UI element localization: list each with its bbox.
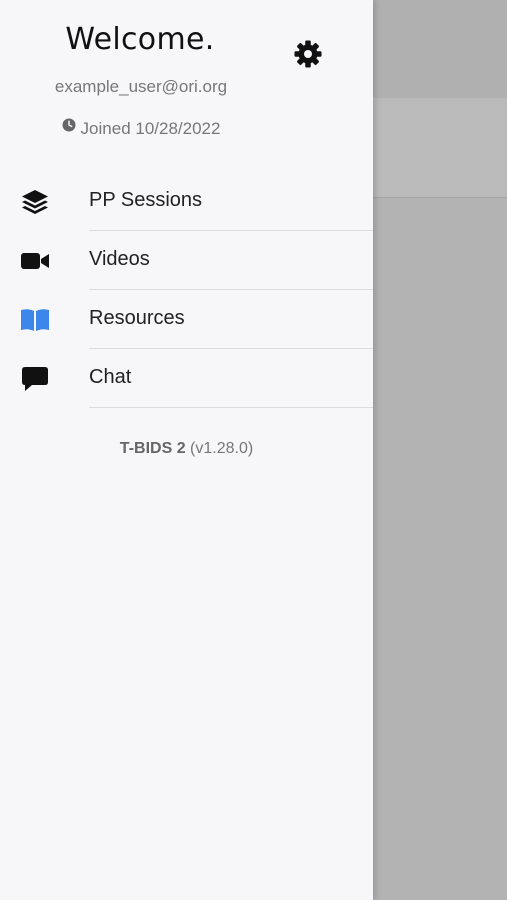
menu-divider [89,407,373,408]
app-name: T-BIDS 2 [119,440,186,457]
clock-icon [62,118,76,132]
settings-button[interactable] [291,37,325,71]
joined-date: Joined 10/28/2022 [0,118,282,139]
menu-item-chat[interactable]: Chat [0,349,373,408]
drawer-menu: PP Sessions Videos Resources Chat [0,172,373,408]
menu-item-resources[interactable]: Resources [0,290,373,349]
menu-item-videos[interactable]: Videos [0,231,373,290]
layers-icon [19,188,51,216]
app-version: T-BIDS 2 (v1.28.0) [0,440,373,458]
gear-icon [294,40,322,68]
menu-item-label: Chat [89,366,132,388]
menu-item-label: Videos [89,248,150,270]
welcome-heading: Welcome. [65,22,215,57]
menu-item-label: PP Sessions [89,189,203,211]
menu-item-label: Resources [89,307,185,329]
version-number: (v1.28.0) [190,440,254,457]
menu-item-pp-sessions[interactable]: PP Sessions [0,172,373,231]
joined-text: Joined 10/28/2022 [80,119,221,138]
user-email: example_user@ori.org [54,77,228,96]
app-screen: Welcome. example_user@ori.org Joined 10/… [0,0,507,900]
chat-bubble-icon [19,365,51,393]
video-camera-icon [19,247,51,275]
navigation-drawer: Welcome. example_user@ori.org Joined 10/… [0,0,373,900]
open-book-icon [19,306,51,334]
